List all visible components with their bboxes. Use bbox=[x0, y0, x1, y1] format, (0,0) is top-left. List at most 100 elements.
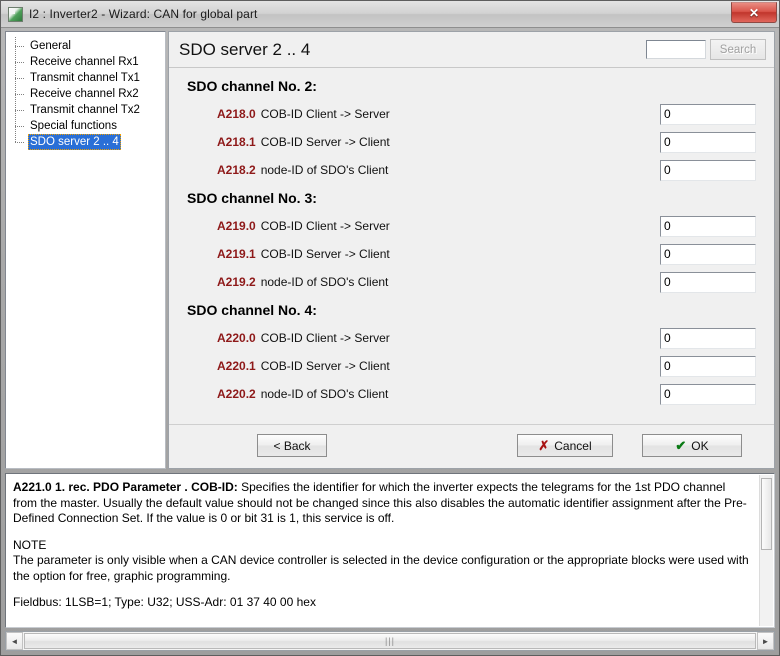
param-value-input[interactable] bbox=[660, 243, 756, 265]
section-title: SDO channel No. 3: bbox=[187, 190, 317, 206]
param-code: A218.0 bbox=[217, 107, 256, 121]
window-title: I2 : Inverter2 - Wizard: CAN for global … bbox=[29, 7, 258, 21]
param-code: A220.2 bbox=[217, 387, 256, 401]
search-button[interactable]: Search bbox=[710, 39, 766, 60]
close-icon[interactable]: ✕ bbox=[731, 2, 777, 23]
section-title: SDO channel No. 2: bbox=[187, 78, 317, 94]
param-value-input[interactable] bbox=[660, 383, 756, 405]
scrollbar-track[interactable]: ||| bbox=[23, 632, 757, 650]
param-value-input[interactable] bbox=[660, 159, 756, 181]
sidebar-item-receive-rx1[interactable]: Receive channel Rx1 bbox=[10, 53, 163, 70]
wizard-window: I2 : Inverter2 - Wizard: CAN for global … bbox=[0, 0, 780, 656]
cancel-x-icon: ✗ bbox=[538, 437, 550, 453]
param-row: A220.1 COB-ID Server -> Client bbox=[169, 352, 774, 380]
sidebar-item-general[interactable]: General bbox=[10, 37, 163, 54]
param-label: COB-ID Client -> Server bbox=[260, 107, 390, 121]
tree-branch-icon bbox=[12, 53, 28, 70]
content-panel: SDO server 2 .. 4 Search SDO channel No.… bbox=[168, 31, 775, 469]
param-value-input[interactable] bbox=[660, 215, 756, 237]
param-label: COB-ID Client -> Server bbox=[260, 331, 390, 345]
help-parameter-paragraph: A221.0 1. rec. PDO Parameter . COB-ID: S… bbox=[13, 480, 752, 527]
help-note-body: The parameter is only visible when a CAN… bbox=[13, 553, 749, 583]
sdo-channel-4-block: SDO channel No. 4: A220.0 COB-ID Client … bbox=[169, 302, 774, 408]
sdo-channel-2-block: SDO channel No. 2: A218.0 COB-ID Client … bbox=[169, 78, 774, 184]
cancel-button-label: Cancel bbox=[554, 438, 592, 453]
param-row: A220.2 node-ID of SDO's Client bbox=[169, 380, 774, 408]
content-header: SDO server 2 .. 4 Search bbox=[169, 32, 774, 68]
help-note-heading: NOTE bbox=[13, 537, 47, 552]
help-scrollbar-thumb[interactable] bbox=[761, 478, 772, 550]
param-label: COB-ID Client -> Server bbox=[260, 219, 390, 233]
tree-branch-icon bbox=[12, 117, 28, 134]
tree-branch-icon bbox=[12, 101, 28, 118]
dialog-body: General Receive channel Rx1 Transmit cha… bbox=[1, 28, 779, 655]
button-bar: < Back ✗ Cancel ✔ OK bbox=[169, 424, 774, 468]
param-row: A220.0 COB-ID Client -> Server bbox=[169, 324, 774, 352]
ok-button[interactable]: ✔ OK bbox=[642, 434, 742, 457]
sidebar-item-transmit-tx1[interactable]: Transmit channel Tx1 bbox=[10, 69, 163, 86]
param-row: A219.2 node-ID of SDO's Client bbox=[169, 268, 774, 296]
sidebar-item-label: SDO server 2 .. 4 bbox=[28, 134, 121, 150]
scroll-right-arrow-icon[interactable]: ► bbox=[757, 632, 774, 650]
sidebar-item-sdo-server[interactable]: SDO server 2 .. 4 bbox=[10, 133, 163, 150]
sidebar-item-label: Transmit channel Tx1 bbox=[30, 72, 140, 84]
param-row: A218.1 COB-ID Server -> Client bbox=[169, 128, 774, 156]
tree-branch-icon bbox=[12, 37, 28, 54]
navigation-tree[interactable]: General Receive channel Rx1 Transmit cha… bbox=[5, 31, 166, 469]
help-text-content: A221.0 1. rec. PDO Parameter . COB-ID: S… bbox=[6, 474, 774, 617]
search-input[interactable] bbox=[646, 40, 706, 59]
upper-region: General Receive channel Rx1 Transmit cha… bbox=[5, 31, 775, 469]
param-row: A218.0 COB-ID Client -> Server bbox=[169, 100, 774, 128]
param-code: A218.2 bbox=[217, 163, 256, 177]
param-label: COB-ID Server -> Client bbox=[260, 247, 390, 261]
param-code: A220.0 bbox=[217, 331, 256, 345]
help-fieldbus-line: Fieldbus: 1LSB=1; Type: U32; USS-Adr: 01… bbox=[13, 595, 316, 609]
horizontal-scrollbar[interactable]: ◄ ||| ► bbox=[5, 631, 775, 651]
param-code: A219.1 bbox=[217, 247, 256, 261]
sidebar-item-special-functions[interactable]: Special functions bbox=[10, 117, 163, 134]
title-bar: I2 : Inverter2 - Wizard: CAN for global … bbox=[1, 1, 779, 28]
param-code: A220.1 bbox=[217, 359, 256, 373]
sidebar-item-transmit-tx2[interactable]: Transmit channel Tx2 bbox=[10, 101, 163, 118]
scrollbar-thumb[interactable]: ||| bbox=[24, 633, 756, 649]
sidebar-item-label: Receive channel Rx2 bbox=[30, 88, 139, 100]
param-value-input[interactable] bbox=[660, 131, 756, 153]
param-value-input[interactable] bbox=[660, 103, 756, 125]
tree-branch-icon bbox=[12, 69, 28, 86]
tree-branch-icon bbox=[12, 133, 28, 150]
param-code: A218.1 bbox=[217, 135, 256, 149]
param-label: node-ID of SDO's Client bbox=[260, 163, 389, 177]
page-title: SDO server 2 .. 4 bbox=[179, 39, 311, 59]
param-label: node-ID of SDO's Client bbox=[260, 275, 389, 289]
search-area: Search bbox=[646, 39, 766, 60]
param-label: COB-ID Server -> Client bbox=[260, 135, 390, 149]
ok-check-icon: ✔ bbox=[675, 437, 687, 453]
param-code: A219.2 bbox=[217, 275, 256, 289]
param-row: A219.0 COB-ID Client -> Server bbox=[169, 212, 774, 240]
section-title: SDO channel No. 4: bbox=[187, 302, 317, 318]
sidebar-item-label: Special functions bbox=[30, 120, 117, 132]
sdo-channel-3-block: SDO channel No. 3: A219.0 COB-ID Client … bbox=[169, 190, 774, 296]
param-value-input[interactable] bbox=[660, 355, 756, 377]
sidebar-item-label: General bbox=[30, 40, 71, 52]
parameters-list: SDO channel No. 2: A218.0 COB-ID Client … bbox=[169, 68, 774, 424]
back-button[interactable]: < Back bbox=[257, 434, 327, 457]
sidebar-item-receive-rx2[interactable]: Receive channel Rx2 bbox=[10, 85, 163, 102]
param-value-input[interactable] bbox=[660, 327, 756, 349]
param-code: A219.0 bbox=[217, 219, 256, 233]
param-row: A218.2 node-ID of SDO's Client bbox=[169, 156, 774, 184]
sidebar-item-label: Transmit channel Tx2 bbox=[30, 104, 140, 116]
help-vertical-scrollbar[interactable] bbox=[759, 475, 773, 626]
cancel-button[interactable]: ✗ Cancel bbox=[517, 434, 613, 457]
help-description-panel: A221.0 1. rec. PDO Parameter . COB-ID: S… bbox=[5, 473, 775, 628]
scroll-left-arrow-icon[interactable]: ◄ bbox=[6, 632, 23, 650]
ok-button-label: OK bbox=[691, 438, 709, 453]
tree-branch-icon bbox=[12, 85, 28, 102]
sidebar-item-label: Receive channel Rx1 bbox=[30, 56, 139, 68]
param-label: COB-ID Server -> Client bbox=[260, 359, 390, 373]
param-row: A219.1 COB-ID Server -> Client bbox=[169, 240, 774, 268]
param-label: node-ID of SDO's Client bbox=[260, 387, 389, 401]
param-value-input[interactable] bbox=[660, 271, 756, 293]
